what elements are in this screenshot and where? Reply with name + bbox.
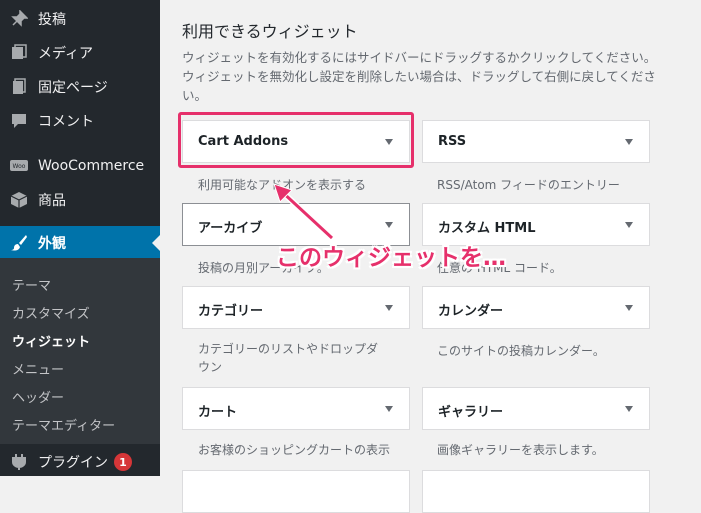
update-count-badge: 1: [114, 453, 132, 471]
menu-media[interactable]: メディア: [0, 36, 160, 70]
highlight-box: [178, 112, 414, 168]
appearance-submenu: テーマ カスタマイズ ウィジェット メニュー ヘッダー テーマエディター: [0, 258, 160, 444]
menu-plugins[interactable]: プラグイン 1: [0, 445, 160, 479]
expand-arrow-icon[interactable]: [625, 139, 633, 145]
widget-description: カテゴリーのリストやドロップダウン: [198, 342, 379, 374]
submenu-theme-editor[interactable]: テーマエディター: [12, 415, 115, 434]
page-description: ウィジェットを有効化するにはサイドバーにドラッグするかクリックしてください。ウィ…: [182, 50, 657, 103]
menu-comments-label: コメント: [38, 114, 94, 130]
menu-plugins-label: プラグイン: [38, 455, 108, 471]
menu-comments[interactable]: コメント: [0, 104, 160, 138]
annotation-text: このウィジェットを…: [276, 245, 506, 271]
menu-pages-label: 固定ページ: [38, 80, 108, 96]
expand-arrow-icon[interactable]: [625, 305, 633, 311]
widget-title: アーカイブ: [198, 221, 263, 236]
widget-description: 画像ギャラリーを表示します。: [437, 443, 604, 457]
annotation-arrow-icon: [273, 183, 335, 241]
widget-next-left[interactable]: [182, 470, 410, 513]
widget-title: カレンダー: [438, 304, 504, 319]
woo-icon: Woo: [9, 156, 29, 176]
expand-arrow-icon[interactable]: [385, 222, 393, 228]
submenu-menus[interactable]: メニュー: [12, 359, 64, 378]
widget-rss[interactable]: RSS: [422, 120, 650, 163]
submenu-widgets[interactable]: ウィジェット: [12, 331, 90, 350]
widget-title: RSS: [438, 134, 467, 149]
widget-description: このサイトの投稿カレンダー。: [437, 344, 605, 358]
widget-title: ギャラリー: [438, 405, 504, 420]
menu-products-label: 商品: [38, 193, 66, 209]
box-icon: [9, 190, 29, 210]
pin-icon: [9, 9, 29, 29]
page-title: 利用できるウィジェット: [182, 22, 358, 41]
menu-posts-label: 投稿: [38, 12, 66, 28]
widgets-main: 利用できるウィジェット ウィジェットを有効化するにはサイドバーにドラッグするかク…: [160, 0, 701, 513]
submenu-customize[interactable]: カスタマイズ: [12, 303, 90, 322]
expand-arrow-icon[interactable]: [625, 222, 633, 228]
widget-description: RSS/Atom フィードのエントリー: [437, 178, 620, 192]
menu-products[interactable]: 商品: [0, 183, 160, 217]
menu-pages[interactable]: 固定ページ: [0, 70, 160, 104]
menu-woocommerce[interactable]: Woo WooCommerce: [0, 149, 160, 183]
comment-icon: [9, 111, 29, 131]
brush-icon: [9, 233, 29, 253]
menu-appearance[interactable]: 外観: [0, 226, 160, 260]
widget-title: カスタム HTML: [438, 221, 536, 236]
widget-categories[interactable]: カテゴリー: [182, 286, 410, 329]
widget-cart[interactable]: カート: [182, 387, 410, 430]
expand-arrow-icon[interactable]: [385, 406, 393, 412]
admin-sidebar: 投稿 メディア 固定ページ コメント Woo WooCommerce 商品 外観…: [0, 0, 160, 476]
expand-arrow-icon[interactable]: [625, 406, 633, 412]
media-icon: [9, 43, 29, 63]
widget-description: お客様のショッピングカートの表示: [198, 443, 391, 457]
menu-appearance-label: 外観: [38, 236, 66, 252]
menu-media-label: メディア: [38, 46, 94, 62]
widget-title: カテゴリー: [198, 304, 264, 319]
menu-posts[interactable]: 投稿: [0, 2, 160, 36]
widget-calendar[interactable]: カレンダー: [422, 286, 650, 329]
expand-arrow-icon[interactable]: [385, 305, 393, 311]
page-icon: [9, 77, 29, 97]
menu-woocommerce-label: WooCommerce: [38, 158, 145, 174]
submenu-themes[interactable]: テーマ: [12, 275, 51, 294]
submenu-header[interactable]: ヘッダー: [12, 387, 64, 406]
widget-next-right[interactable]: [422, 470, 650, 513]
plugin-icon: [9, 452, 29, 472]
svg-text:Woo: Woo: [13, 163, 26, 170]
menu-separator: [0, 140, 160, 141]
widget-gallery[interactable]: ギャラリー: [422, 387, 650, 430]
widget-title: カート: [198, 405, 238, 420]
